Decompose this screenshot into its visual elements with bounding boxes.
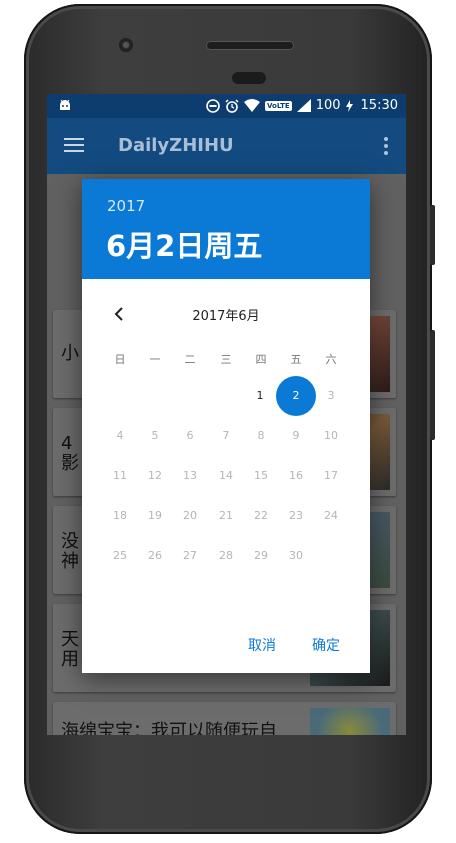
list-item-title: 4 影 bbox=[61, 433, 79, 474]
menu-icon[interactable] bbox=[64, 138, 84, 152]
day-24: 24 bbox=[324, 509, 338, 522]
signal-icon bbox=[296, 99, 311, 112]
day-23: 23 bbox=[289, 509, 303, 522]
ok-button[interactable]: 确定 bbox=[312, 635, 340, 655]
list-item-thumbnail bbox=[310, 708, 390, 735]
front-camera bbox=[119, 38, 133, 52]
day-18: 18 bbox=[113, 509, 127, 522]
status-bar: VoLTE 100 15:30 bbox=[47, 94, 406, 118]
proximity-sensor bbox=[232, 72, 266, 84]
charging-icon bbox=[345, 99, 353, 112]
day-20: 20 bbox=[183, 509, 197, 522]
cancel-button[interactable]: 取消 bbox=[248, 635, 276, 655]
day-16: 16 bbox=[289, 469, 303, 482]
wifi-icon bbox=[244, 99, 260, 112]
day-21: 21 bbox=[219, 509, 233, 522]
list-item[interactable]: 海绵宝宝：我可以随便玩自 bbox=[53, 702, 396, 735]
day-11: 11 bbox=[113, 469, 127, 482]
weekday-sat: 六 bbox=[325, 353, 337, 366]
weekday-mon: 一 bbox=[149, 353, 161, 366]
date-picker-header: 2017 6月2日周五 bbox=[82, 179, 370, 279]
weekday-tue: 二 bbox=[184, 353, 196, 366]
day-6: 6 bbox=[186, 429, 194, 442]
day-7: 7 bbox=[222, 429, 230, 442]
day-26: 26 bbox=[148, 549, 162, 562]
day-29: 29 bbox=[254, 549, 268, 562]
power-button bbox=[430, 205, 435, 265]
weekday-sun: 日 bbox=[114, 353, 126, 366]
month-label: 2017年6月 bbox=[192, 309, 260, 324]
screen: VoLTE 100 15:30 DailyZHIHU 小 4 影 没 神 天 用 bbox=[47, 94, 406, 735]
year-label[interactable]: 2017 bbox=[107, 197, 145, 215]
day-8: 8 bbox=[257, 429, 265, 442]
day-27: 27 bbox=[183, 549, 197, 562]
date-picker-dialog: 2017 6月2日周五 2017年6月 日 一 二 三 四 五 六 1 2 3 … bbox=[82, 179, 370, 673]
day-5: 5 bbox=[151, 429, 159, 442]
day-9: 9 bbox=[292, 429, 300, 442]
day-3: 3 bbox=[327, 389, 335, 402]
selected-date-label[interactable]: 6月2日周五 bbox=[106, 223, 262, 265]
day-22: 22 bbox=[254, 509, 268, 522]
alarm-icon bbox=[225, 98, 239, 113]
dnd-icon bbox=[206, 98, 220, 113]
battery-level: 100 bbox=[315, 98, 341, 113]
app-toolbar: DailyZHIHU bbox=[47, 118, 406, 174]
weekday-thu: 四 bbox=[255, 353, 267, 366]
day-14: 14 bbox=[219, 469, 233, 482]
clock: 15:30 bbox=[360, 98, 398, 113]
list-item-title: 没 神 bbox=[61, 531, 79, 572]
overflow-menu-icon[interactable] bbox=[384, 137, 388, 158]
day-15: 15 bbox=[254, 469, 268, 482]
earpiece-speaker bbox=[206, 41, 294, 50]
day-1[interactable]: 1 bbox=[240, 384, 280, 408]
day-10: 10 bbox=[324, 429, 338, 442]
weekday-wed: 三 bbox=[220, 353, 232, 366]
day-28: 28 bbox=[219, 549, 233, 562]
list-item-title: 海绵宝宝：我可以随便玩自 bbox=[61, 721, 277, 736]
list-item-title: 小 bbox=[61, 343, 79, 364]
volume-button bbox=[430, 330, 435, 440]
day-4: 4 bbox=[116, 429, 124, 442]
day-30: 30 bbox=[289, 549, 303, 562]
list-item-title: 天 用 bbox=[61, 629, 79, 670]
day-12: 12 bbox=[148, 469, 162, 482]
app-title: DailyZHIHU bbox=[118, 135, 234, 156]
volte-badge: VoLTE bbox=[265, 100, 292, 111]
day-19: 19 bbox=[148, 509, 162, 522]
day-13: 13 bbox=[183, 469, 197, 482]
weekday-fri: 五 bbox=[290, 353, 302, 366]
android-icon bbox=[60, 99, 70, 110]
day-17: 17 bbox=[324, 469, 338, 482]
day-25: 25 bbox=[113, 549, 127, 562]
day-2[interactable]: 2 bbox=[276, 384, 316, 408]
